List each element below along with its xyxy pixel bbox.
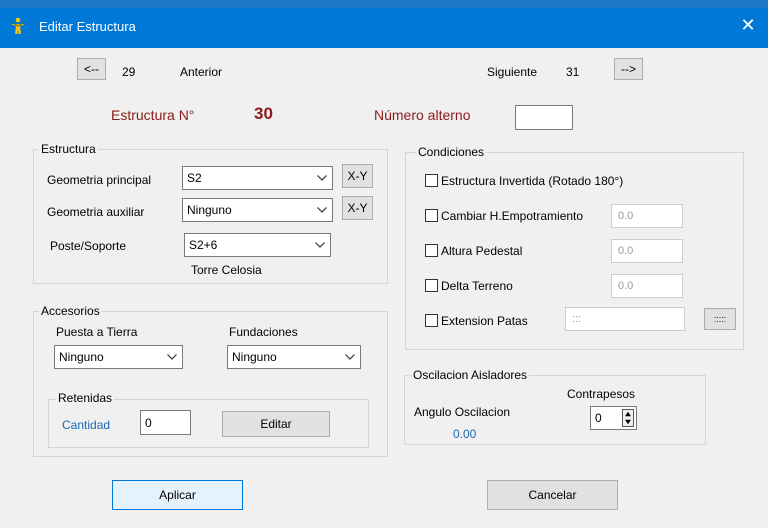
geometria-auxiliar-select[interactable]: Ninguno <box>182 198 333 222</box>
condiciones-group-label: Condiciones <box>416 145 487 159</box>
structure-number-label: Estructura N° <box>111 107 195 123</box>
estructura-invertida-checkbox[interactable] <box>425 174 438 187</box>
alternate-number-label: Número alterno <box>374 107 471 123</box>
apply-button[interactable]: Aplicar <box>112 480 243 510</box>
poste-type-label: Torre Celosia <box>191 263 262 277</box>
fundaciones-label: Fundaciones <box>229 325 298 339</box>
next-number: 31 <box>566 65 580 79</box>
chevron-down-icon <box>315 242 325 248</box>
spinner-buttons[interactable] <box>622 409 634 427</box>
contrapesos-spinner[interactable]: 0 <box>590 406 637 430</box>
altura-pedestal-label: Altura Pedestal <box>441 244 523 258</box>
chevron-down-icon <box>317 207 327 213</box>
angulo-oscilacion-value: 0.00 <box>453 427 477 441</box>
geometria-principal-select[interactable]: S2 <box>182 166 333 190</box>
fundaciones-select[interactable]: Ninguno <box>227 345 361 369</box>
structure-number: 30 <box>254 104 273 123</box>
oscilacion-group-label: Oscilacion Aisladores <box>411 368 530 382</box>
extension-patas-input[interactable]: ::: <box>565 307 685 331</box>
contrapesos-label: Contrapesos <box>567 387 636 401</box>
spinner-up-icon[interactable] <box>624 411 632 417</box>
geometria-principal-label: Geometria principal <box>47 173 152 187</box>
poste-soporte-select[interactable]: S2+6 <box>184 233 331 257</box>
chevron-down-icon <box>317 175 327 181</box>
altura-pedestal-input[interactable]: 0.0 <box>611 239 683 263</box>
alternate-number-input[interactable] <box>515 105 573 130</box>
background-window-strip <box>0 0 768 8</box>
previous-label: Anterior <box>180 65 223 79</box>
extension-patas-button[interactable]: ::::: <box>704 308 736 330</box>
window-title: Editar Estructura <box>39 19 136 34</box>
stick-figure-icon <box>11 17 25 34</box>
cancel-button[interactable]: Cancelar <box>487 480 618 510</box>
accesorios-group-label: Accesorios <box>39 304 102 318</box>
geometria-principal-xy-button[interactable]: X-Y <box>342 164 373 188</box>
extension-patas-checkbox[interactable] <box>425 314 438 327</box>
estructura-group-label: Estructura <box>39 142 98 156</box>
estructura-invertida-label: Estructura Invertida (Rotado 180°) <box>441 174 624 188</box>
cantidad-label: Cantidad <box>62 418 111 432</box>
editar-button[interactable]: Editar <box>222 411 330 437</box>
altura-pedestal-checkbox[interactable] <box>425 244 438 257</box>
next-label: Siguiente <box>487 65 538 79</box>
delta-terreno-input[interactable]: 0.0 <box>611 274 683 298</box>
previous-number: 29 <box>122 65 136 79</box>
puesta-tierra-label: Puesta a Tierra <box>56 325 138 339</box>
chevron-down-icon <box>167 354 177 360</box>
cantidad-input[interactable]: 0 <box>140 410 191 435</box>
close-icon[interactable]: ✕ <box>736 14 760 38</box>
retenidas-group-label: Retenidas <box>56 391 115 405</box>
puesta-tierra-select[interactable]: Ninguno <box>54 345 183 369</box>
delta-terreno-label: Delta Terreno <box>441 279 513 293</box>
cambiar-empotramiento-label: Cambiar H.Empotramiento <box>441 209 584 223</box>
cambiar-empotramiento-input[interactable]: 0.0 <box>611 204 683 228</box>
geometria-auxiliar-xy-button[interactable]: X-Y <box>342 196 373 220</box>
cambiar-empotramiento-checkbox[interactable] <box>425 209 438 222</box>
angulo-oscilacion-label: Angulo Oscilacion <box>414 405 511 419</box>
poste-soporte-label: Poste/Soporte <box>50 239 127 253</box>
next-button[interactable]: --> <box>614 58 643 80</box>
extension-patas-label: Extension Patas <box>441 314 528 328</box>
spinner-down-icon[interactable] <box>624 419 632 425</box>
delta-terreno-checkbox[interactable] <box>425 279 438 292</box>
previous-button[interactable]: <-- <box>77 58 106 80</box>
chevron-down-icon <box>345 354 355 360</box>
title-bar: Editar Estructura ✕ <box>0 0 768 48</box>
geometria-auxiliar-label: Geometria auxiliar <box>47 205 145 219</box>
dialog-body: <-- 29 Anterior Siguiente 31 --> Estruct… <box>0 48 768 528</box>
